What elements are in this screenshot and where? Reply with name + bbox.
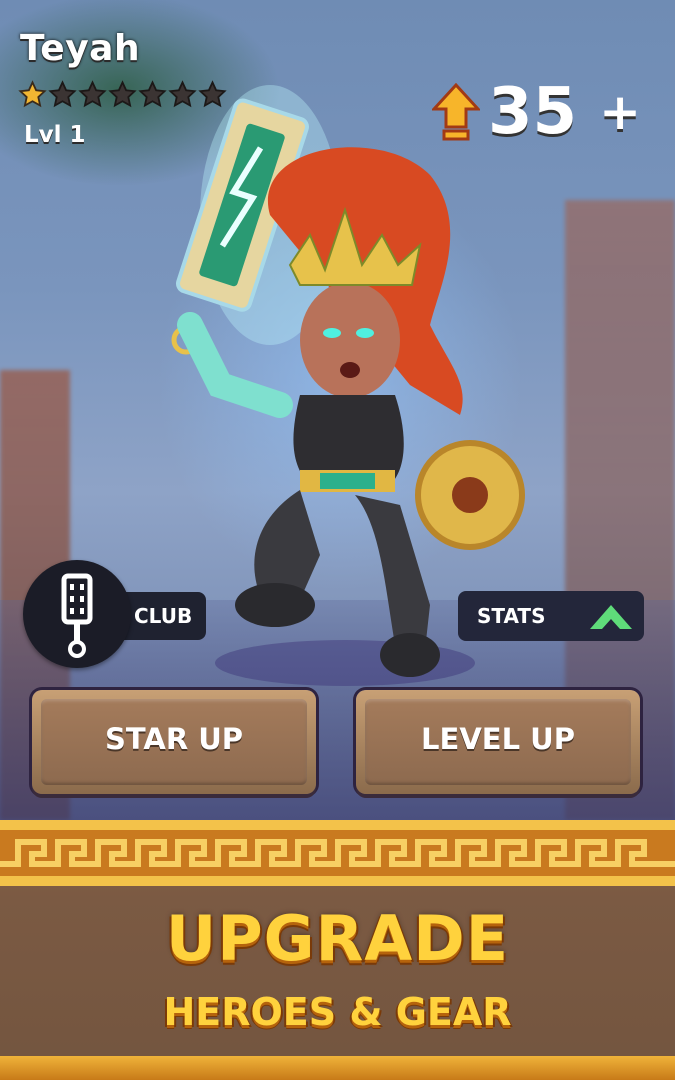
power-plus-button[interactable]: + xyxy=(599,87,641,137)
stats-label: STATS xyxy=(477,604,546,628)
power-value: 35 xyxy=(488,75,578,149)
star-up-button[interactable]: STAR UP xyxy=(32,690,316,794)
banner-decorative-border xyxy=(0,820,675,886)
power-display: 35 + xyxy=(432,80,641,144)
weapon-type-label: CLUB xyxy=(134,604,193,628)
banner-bottom-border xyxy=(0,1056,675,1080)
star-empty-icon xyxy=(138,80,167,108)
hero-name: Teyah xyxy=(20,28,141,69)
star-empty-icon xyxy=(198,80,227,108)
star-empty-icon xyxy=(108,80,137,108)
star-empty-icon xyxy=(78,80,107,108)
weapon-type-badge[interactable] xyxy=(23,560,131,668)
gold-up-arrow-icon xyxy=(432,83,480,141)
banner-headline: UPGRADE xyxy=(165,902,510,975)
star-empty-icon xyxy=(48,80,77,108)
banner-subheadline: HEROES & GEAR xyxy=(163,990,512,1034)
hero-level: Lvl 1 xyxy=(24,122,86,148)
level-up-label: LEVEL UP xyxy=(421,722,575,756)
hero-star-rating xyxy=(18,80,227,109)
star-filled-icon xyxy=(18,80,47,108)
round-shield-icon xyxy=(415,440,525,550)
chevron-up-icon xyxy=(590,605,632,629)
star-empty-icon xyxy=(168,80,197,108)
club-icon xyxy=(61,573,93,658)
level-up-button[interactable]: LEVEL UP xyxy=(356,690,640,794)
star-up-label: STAR UP xyxy=(104,722,244,756)
